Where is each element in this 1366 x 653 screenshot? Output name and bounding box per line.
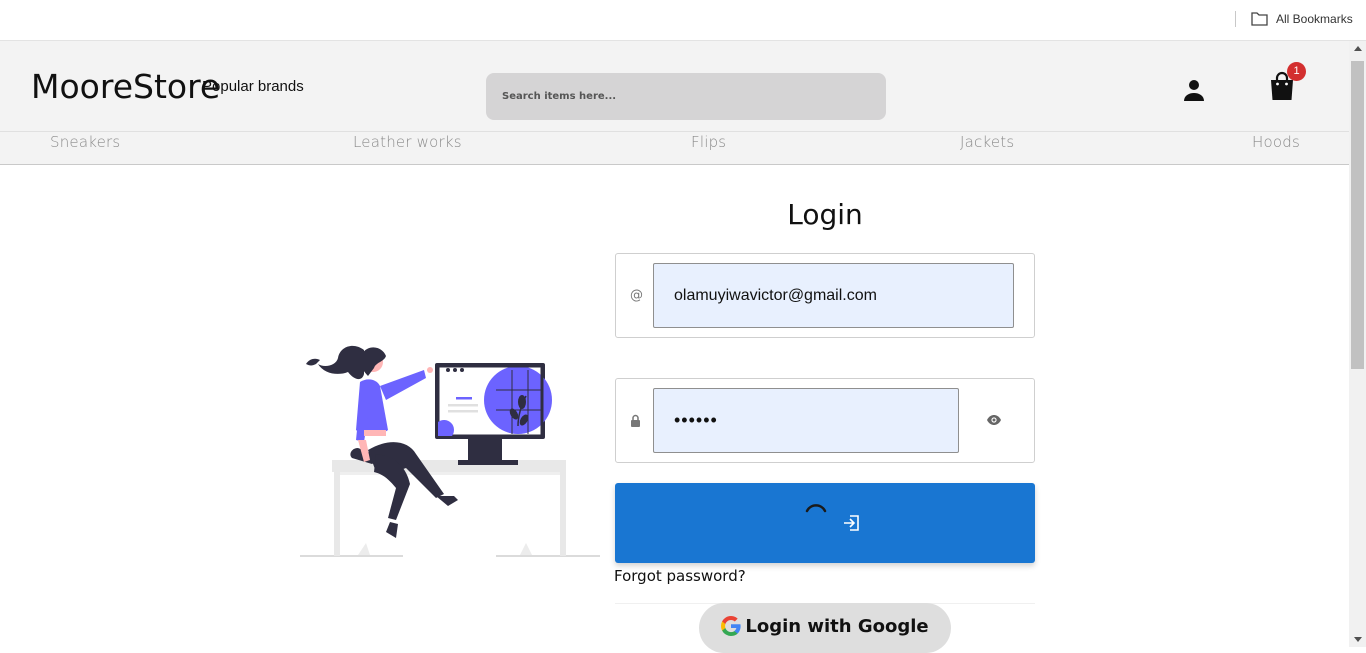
- google-login-label: Login with Google: [745, 615, 929, 637]
- search-input[interactable]: [486, 73, 886, 120]
- scroll-thumb[interactable]: [1351, 61, 1364, 369]
- show-password-eye-icon[interactable]: [986, 413, 1002, 427]
- email-input[interactable]: [653, 263, 1014, 328]
- google-icon: [721, 616, 741, 636]
- scroll-down-arrow-icon[interactable]: [1354, 637, 1362, 642]
- login-title: Login: [787, 198, 863, 231]
- page-scrollbar[interactable]: [1349, 41, 1366, 647]
- category-hoods[interactable]: Hoods: [1252, 133, 1300, 151]
- email-field-container: @: [615, 253, 1035, 338]
- category-leather-works[interactable]: Leather works: [353, 133, 462, 151]
- category-jackets[interactable]: Jackets: [960, 133, 1014, 151]
- cart-count-badge: 1: [1287, 62, 1306, 81]
- login-submit-button[interactable]: [615, 483, 1035, 563]
- bookmarks-bar: All Bookmarks: [0, 0, 1366, 41]
- user-account-icon[interactable]: [1181, 77, 1207, 103]
- category-sneakers[interactable]: Sneakers: [50, 133, 120, 151]
- site-logo[interactable]: MooreStore: [31, 67, 220, 106]
- loading-spinner-icon: [805, 504, 827, 513]
- forgot-password-link[interactable]: Forgot password?: [614, 567, 746, 585]
- lock-icon: [631, 414, 640, 427]
- password-input[interactable]: [653, 388, 959, 453]
- google-login-button[interactable]: Login with Google: [699, 603, 951, 653]
- all-bookmarks-button[interactable]: All Bookmarks: [1251, 11, 1353, 26]
- login-arrow-icon: [844, 515, 859, 531]
- category-flips[interactable]: Flips: [691, 133, 726, 151]
- all-bookmarks-label: All Bookmarks: [1276, 11, 1353, 26]
- folder-icon: [1251, 12, 1268, 26]
- password-field-container: [615, 378, 1035, 463]
- site-header: MooreStore Popular brands 1 Sneakers Lea…: [0, 41, 1349, 165]
- login-illustration: [300, 345, 600, 557]
- at-sign-icon: @: [630, 288, 643, 303]
- category-nav: Sneakers Leather works Flips Jackets Hoo…: [0, 131, 1349, 165]
- bookmarks-separator: [1235, 11, 1236, 27]
- scroll-up-arrow-icon[interactable]: [1354, 46, 1362, 51]
- popular-brands-link[interactable]: Popular brands: [202, 78, 304, 95]
